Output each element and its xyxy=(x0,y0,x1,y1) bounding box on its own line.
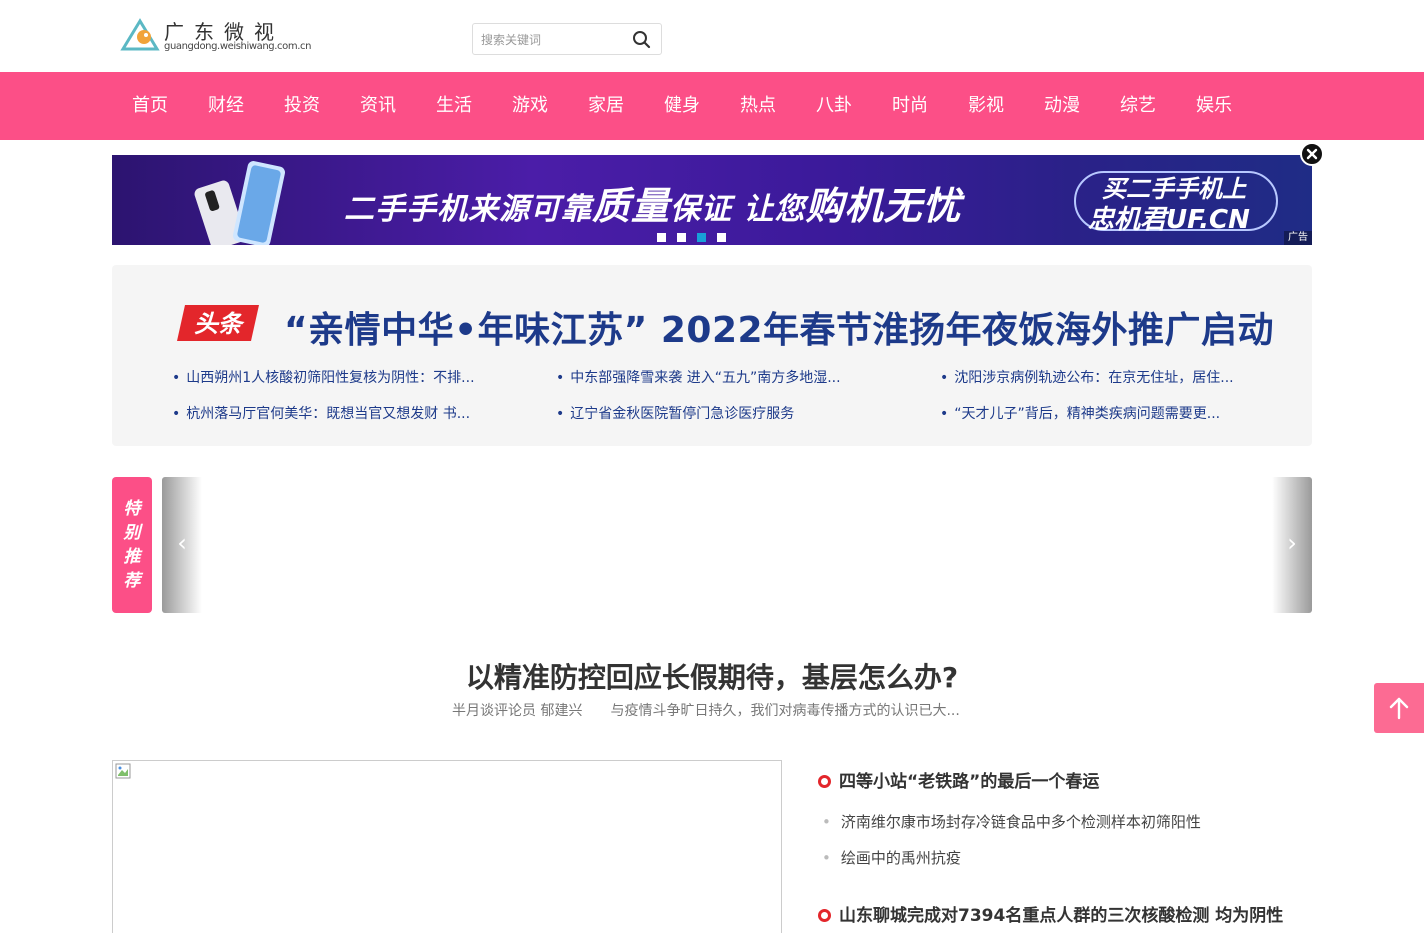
ad-slogan: 二手手机来源可靠质量保证 让您购机无忧 xyxy=(344,175,961,230)
nav-item-fashion[interactable]: 时尚 xyxy=(872,72,948,140)
ad-brand-line-2: 忠机君UF.CN xyxy=(1088,205,1250,235)
nav-item-games[interactable]: 游戏 xyxy=(492,72,568,140)
back-to-top-button[interactable] xyxy=(1374,683,1424,733)
toutiao-badge-text: 头条 xyxy=(194,310,245,338)
page: 广东微视 guangdong.weishiwang.com.cn 首页 财经 投… xyxy=(0,0,1424,933)
broken-image-icon xyxy=(115,763,131,779)
news-sub-item-2[interactable]: 绘画中的禹州抗疫 xyxy=(822,847,961,868)
news-headline-2[interactable]: 山东聊城完成对7394名重点人群的三次核酸检测 均为阴性 xyxy=(818,901,1283,926)
banner-dot-4[interactable] xyxy=(717,233,726,242)
headline-link-2[interactable]: 中东部强降雪来袭 进入“五九”南方多地湿... xyxy=(556,367,840,387)
nav-item-variety[interactable]: 综艺 xyxy=(1100,72,1176,140)
nav-item-gossip[interactable]: 八卦 xyxy=(796,72,872,140)
chevron-right-icon: › xyxy=(1287,529,1297,557)
banner-dot-1[interactable] xyxy=(657,233,666,242)
feature-title[interactable]: 以精准防控回应长假期待，基层怎么办? xyxy=(0,656,1424,696)
nav-item-home-decor[interactable]: 家居 xyxy=(568,72,644,140)
banner-dot-3[interactable] xyxy=(697,233,706,242)
chevron-left-icon: ‹ xyxy=(177,529,187,557)
ad-slogan-part-1: 二手手机来源可靠 xyxy=(344,192,592,227)
headline-link-6[interactable]: “天才儿子”背后，精神类疾病问题需要更... xyxy=(940,403,1220,423)
nav-item-invest[interactable]: 投资 xyxy=(264,72,340,140)
ad-slogan-part-2: 质量 xyxy=(592,184,671,228)
nav-item-hot[interactable]: 热点 xyxy=(720,72,796,140)
nav-item-finance[interactable]: 财经 xyxy=(188,72,264,140)
feature-meta: 半月谈评论员 郁建兴 与疫情斗争旷日持久，我们对病毒传播方式的认识已大... xyxy=(452,700,960,720)
ring-bullet-icon xyxy=(818,909,831,922)
search-box xyxy=(472,23,662,55)
headline-link-4[interactable]: 杭州落马厅官何美华：既想当官又想发财 书... xyxy=(172,403,470,423)
toutiao-badge: 头条 xyxy=(177,305,259,341)
close-icon[interactable] xyxy=(1300,142,1324,166)
phones-image-icon xyxy=(194,161,285,245)
logo-domain: guangdong.weishiwang.com.cn xyxy=(164,41,312,52)
logo-triangle-icon xyxy=(120,18,160,51)
nav-item-entertainment[interactable]: 娱乐 xyxy=(1176,72,1252,140)
headline-title[interactable]: “亲情中华•年味江苏” 2022年春节淮扬年夜饭海外推广启动 xyxy=(284,301,1274,353)
ring-bullet-icon xyxy=(818,775,831,788)
headline-link-1[interactable]: 山西朔州1人核酸初筛阳性复核为阴性：不排... xyxy=(172,367,474,387)
banner-pagination xyxy=(657,233,737,242)
ad-banner[interactable]: 二手手机来源可靠质量保证 让您购机无忧 买二手手机上 忠机君UF.CN 广告 xyxy=(112,155,1312,245)
nav-item-film[interactable]: 影视 xyxy=(948,72,1024,140)
search-icon[interactable] xyxy=(631,29,653,51)
feature-summary[interactable]: 与疫情斗争旷日持久，我们对病毒传播方式的认识已大... xyxy=(610,703,959,719)
carousel-prev-button[interactable]: ‹ xyxy=(162,477,202,613)
nav-item-news[interactable]: 资讯 xyxy=(340,72,416,140)
ad-label: 广告 xyxy=(1284,231,1312,245)
search-input[interactable] xyxy=(481,30,621,50)
special-recommend-tag: 特别推荐 xyxy=(112,477,152,613)
headline-link-5[interactable]: 辽宁省金秋医院暂停门急诊医疗服务 xyxy=(556,403,794,423)
headline-section: 头条 “亲情中华•年味江苏” 2022年春节淮扬年夜饭海外推广启动 山西朔州1人… xyxy=(112,265,1312,446)
news-sub-item-1[interactable]: 济南维尔康市场封存冷链食品中多个检测样本初筛阳性 xyxy=(822,811,1201,832)
site-header: 广东微视 guangdong.weishiwang.com.cn xyxy=(0,0,1424,72)
ad-slogan-part-4: 购机无忧 xyxy=(805,184,962,228)
nav-item-fitness[interactable]: 健身 xyxy=(644,72,720,140)
special-recommend-label: 特别推荐 xyxy=(123,499,141,591)
nav-item-anime[interactable]: 动漫 xyxy=(1024,72,1100,140)
banner-dot-2[interactable] xyxy=(677,233,686,242)
news-headline-1[interactable]: 四等小站“老铁路”的最后一个春运 xyxy=(818,767,1099,792)
headline-link-3[interactable]: 沈阳涉京病例轨迹公布：在京无住址，居住... xyxy=(940,367,1233,387)
feature-author: 半月谈评论员 郁建兴 xyxy=(452,703,583,719)
main-nav: 首页 财经 投资 资讯 生活 游戏 家居 健身 热点 八卦 时尚 影视 动漫 综… xyxy=(0,72,1424,140)
nav-item-life[interactable]: 生活 xyxy=(416,72,492,140)
news-headline-2-text: 山东聊城完成对7394名重点人群的三次核酸检测 均为阴性 xyxy=(839,906,1284,926)
ad-slogan-part-3: 保证 让您 xyxy=(670,192,806,227)
arrow-up-icon xyxy=(1389,697,1409,720)
feature-image[interactable] xyxy=(112,760,782,933)
carousel-next-button[interactable]: › xyxy=(1272,477,1312,613)
news-headline-1-text: 四等小站“老铁路”的最后一个春运 xyxy=(839,772,1100,792)
site-logo[interactable]: 广东微视 guangdong.weishiwang.com.cn xyxy=(120,16,312,56)
nav-item-home[interactable]: 首页 xyxy=(112,72,188,140)
